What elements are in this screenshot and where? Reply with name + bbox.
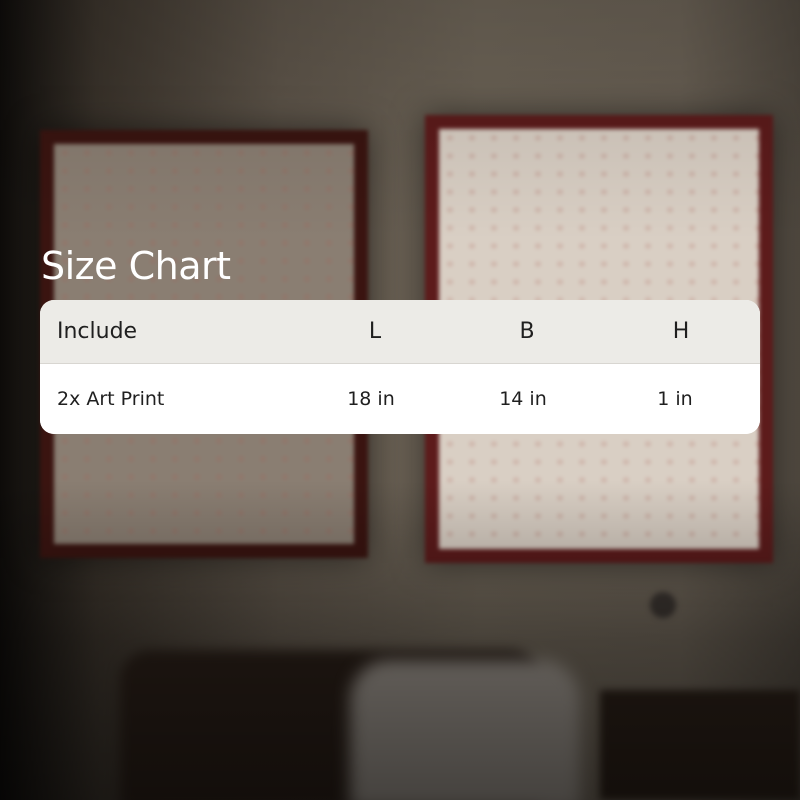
cell-include: 2x Art Print [57,388,165,410]
cell-height: 1 in [657,388,693,410]
header-length: L [368,319,382,344]
header-include: Include [57,319,138,344]
table-row: 2x Art Print 18 in 14 in 1 in [40,364,760,434]
cell-breadth: 14 in [499,388,547,410]
table-header-row: Include L B H [40,300,760,364]
size-chart-title: Size Chart [41,244,231,288]
size-table: Include L B H 2x Art Print 18 in 14 in 1… [40,300,760,434]
header-height: H [672,319,690,344]
cell-length: 18 in [347,388,395,410]
header-breadth: B [519,319,535,344]
